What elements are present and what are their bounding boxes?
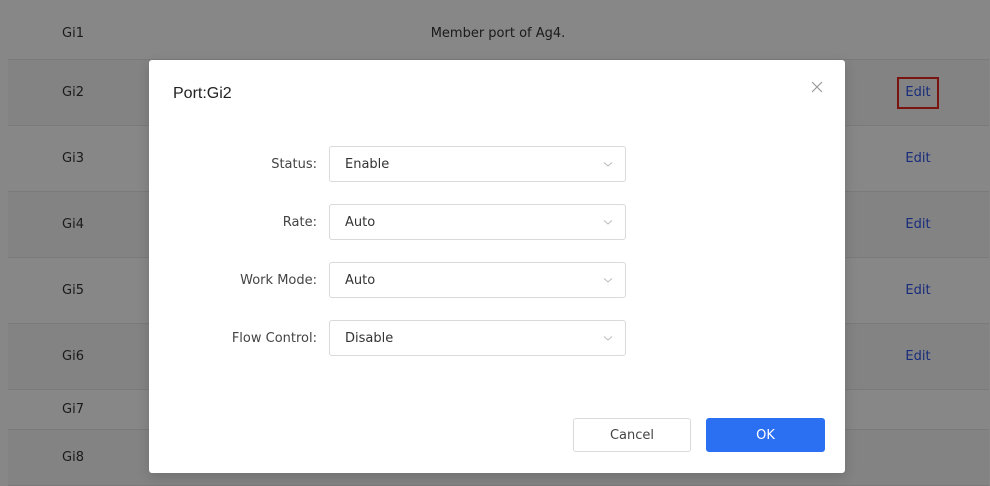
chevron-down-icon	[603, 336, 613, 341]
rate-row: Rate: Auto	[149, 204, 845, 240]
work-mode-value: Auto	[345, 272, 376, 288]
flow-control-row: Flow Control: Disable	[149, 320, 845, 356]
status-select[interactable]: Enable	[329, 146, 626, 182]
chevron-down-icon	[603, 220, 613, 225]
work-mode-label: Work Mode:	[240, 272, 317, 288]
status-value: Enable	[345, 156, 390, 172]
rate-label: Rate:	[282, 214, 317, 230]
flow-control-value: Disable	[345, 330, 394, 346]
chevron-down-icon	[603, 278, 613, 283]
status-label: Status:	[271, 156, 317, 172]
status-row: Status: Enable	[149, 146, 845, 182]
rate-select[interactable]: Auto	[329, 204, 626, 240]
close-icon[interactable]	[809, 79, 825, 95]
cancel-button[interactable]: Cancel	[573, 418, 691, 452]
rate-value: Auto	[345, 214, 376, 230]
screen: Gi1 Member port of Ag4. Gi2 Edit Gi3 Edi…	[0, 0, 990, 486]
work-mode-row: Work Mode: Auto	[149, 262, 845, 298]
ok-button[interactable]: OK	[706, 418, 825, 452]
dialog-title: Port:Gi2	[173, 85, 232, 102]
flow-control-label: Flow Control:	[231, 330, 317, 346]
flow-control-select[interactable]: Disable	[329, 320, 626, 356]
port-edit-dialog: Port:Gi2 Status: Enable Rate: Auto Work …	[149, 60, 845, 473]
chevron-down-icon	[603, 162, 613, 167]
work-mode-select[interactable]: Auto	[329, 262, 626, 298]
